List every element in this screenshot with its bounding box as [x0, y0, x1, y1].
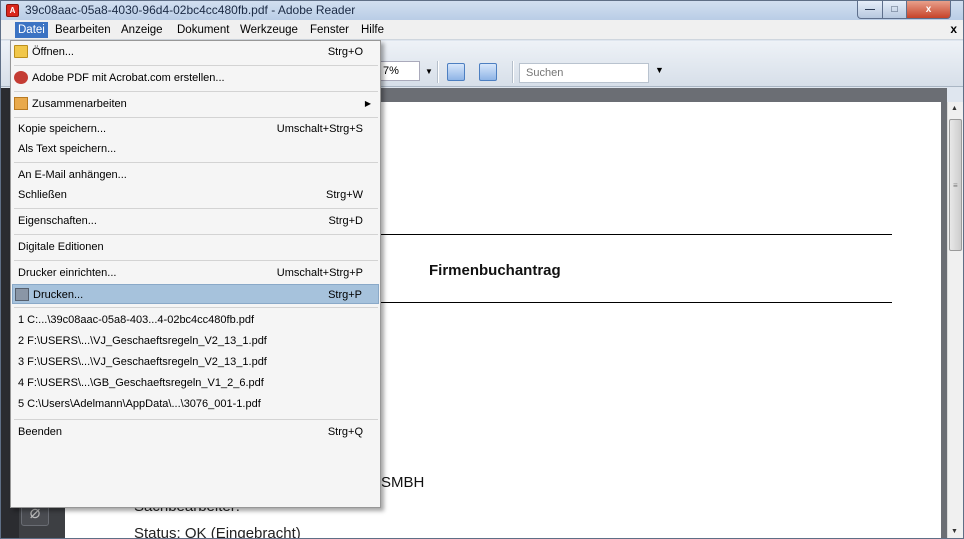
submenu-arrow-icon: ▶: [364, 99, 371, 108]
menu-dokument[interactable]: Dokument: [174, 22, 232, 38]
menu-separator: [14, 117, 378, 118]
menu-separator: [14, 234, 378, 235]
menu-item-collaborate[interactable]: Zusammenarbeiten ▶: [12, 94, 379, 114]
menu-separator: [14, 162, 378, 163]
divider: [381, 234, 892, 235]
menu-item-print-setup[interactable]: Drucker einrichten... Umschalt+Strg+P: [12, 263, 379, 283]
menu-separator: [14, 260, 378, 261]
collaborate-icon: [14, 97, 28, 110]
search-input[interactable]: [519, 63, 649, 83]
menu-separator: [14, 65, 378, 66]
menu-separator: [14, 307, 378, 308]
menu-separator: [14, 419, 378, 420]
minimize-button[interactable]: —: [857, 1, 883, 19]
menu-separator: [14, 91, 378, 92]
scroll-grip-icon: ≡: [953, 181, 958, 190]
menu-item-digital-editions[interactable]: Digitale Editionen: [12, 237, 379, 257]
toolbar-separator: [512, 61, 514, 83]
menu-item-properties[interactable]: Eigenschaften... Strg+D: [12, 211, 379, 231]
divider: [381, 302, 892, 303]
menu-bearbeiten[interactable]: Bearbeiten: [52, 22, 114, 38]
close-window-button[interactable]: x: [906, 1, 951, 19]
maximize-button[interactable]: □: [882, 1, 907, 19]
menu-item-open[interactable]: Öffnen... Strg+O: [12, 42, 379, 62]
menu-item-attach-email[interactable]: An E-Mail anhängen...: [12, 165, 379, 185]
file-menu: Öffnen... Strg+O Adobe PDF mit Acrobat.c…: [10, 40, 381, 508]
menu-item-recent-2[interactable]: 2 F:\USERS\...\VJ_Geschaeftsregeln_V2_13…: [12, 331, 379, 351]
title-bar[interactable]: A 39c08aac-05a8-4030-96d4-02bc4cc480fb.p…: [1, 1, 963, 20]
app-window: A 39c08aac-05a8-4030-96d4-02bc4cc480fb.p…: [0, 0, 964, 539]
menu-separator: [14, 208, 378, 209]
menu-hilfe[interactable]: Hilfe: [358, 22, 387, 38]
menu-item-recent-1[interactable]: 1 C:...\39c08aac-05a8-403...4-02bc4cc480…: [12, 310, 379, 330]
menu-item-recent-4[interactable]: 4 F:\USERS\...\GB_Geschaeftsregeln_V1_2_…: [12, 373, 379, 393]
zoom-dropdown-icon[interactable]: ▼: [425, 67, 433, 76]
scroll-down-icon[interactable]: ▼: [951, 528, 958, 535]
menu-fenster[interactable]: Fenster: [307, 22, 352, 38]
document-status: Status: OK (Eingebracht): [134, 525, 301, 539]
fit-width-icon[interactable]: [447, 63, 465, 81]
menu-anzeige[interactable]: Anzeige: [118, 22, 166, 38]
menu-item-recent-5[interactable]: 5 C:\Users\Adelmann\AppData\...\3076_001…: [12, 394, 379, 414]
zoom-field[interactable]: 7%: [380, 61, 420, 81]
menu-item-print[interactable]: Drucken... Strg+P: [12, 284, 379, 304]
menu-item-save-copy[interactable]: Kopie speichern... Umschalt+Strg+S: [12, 119, 379, 139]
folder-icon: [14, 45, 28, 58]
close-document-button[interactable]: x: [950, 22, 957, 36]
menu-item-create-pdf[interactable]: Adobe PDF mit Acrobat.com erstellen...: [12, 68, 379, 88]
menu-datei[interactable]: Datei: [15, 22, 48, 38]
menu-item-close[interactable]: Schließen Strg+W: [12, 185, 379, 205]
printer-icon: [15, 288, 29, 301]
document-heading: Firmenbuchantrag: [429, 262, 561, 279]
acrobat-icon: [14, 71, 28, 84]
search-options-dropdown-icon[interactable]: ▼: [655, 65, 664, 75]
toolbar-separator: [437, 61, 439, 83]
menu-werkzeuge[interactable]: Werkzeuge: [237, 22, 301, 38]
menu-item-recent-3[interactable]: 3 F:\USERS\...\VJ_Geschaeftsregeln_V2_13…: [12, 352, 379, 372]
fit-page-icon[interactable]: [479, 63, 497, 81]
menu-item-exit[interactable]: Beenden Strg+Q: [12, 422, 379, 442]
menu-bar: Datei Bearbeiten Anzeige Dokument Werkze…: [1, 20, 963, 40]
window-title: 39c08aac-05a8-4030-96d4-02bc4cc480fb.pdf…: [25, 3, 356, 17]
menu-item-save-text[interactable]: Als Text speichern...: [12, 139, 379, 159]
scroll-up-icon[interactable]: ▲: [951, 105, 958, 112]
adobe-reader-icon: A: [6, 4, 19, 17]
document-text-fragment: SMBH: [381, 474, 425, 491]
